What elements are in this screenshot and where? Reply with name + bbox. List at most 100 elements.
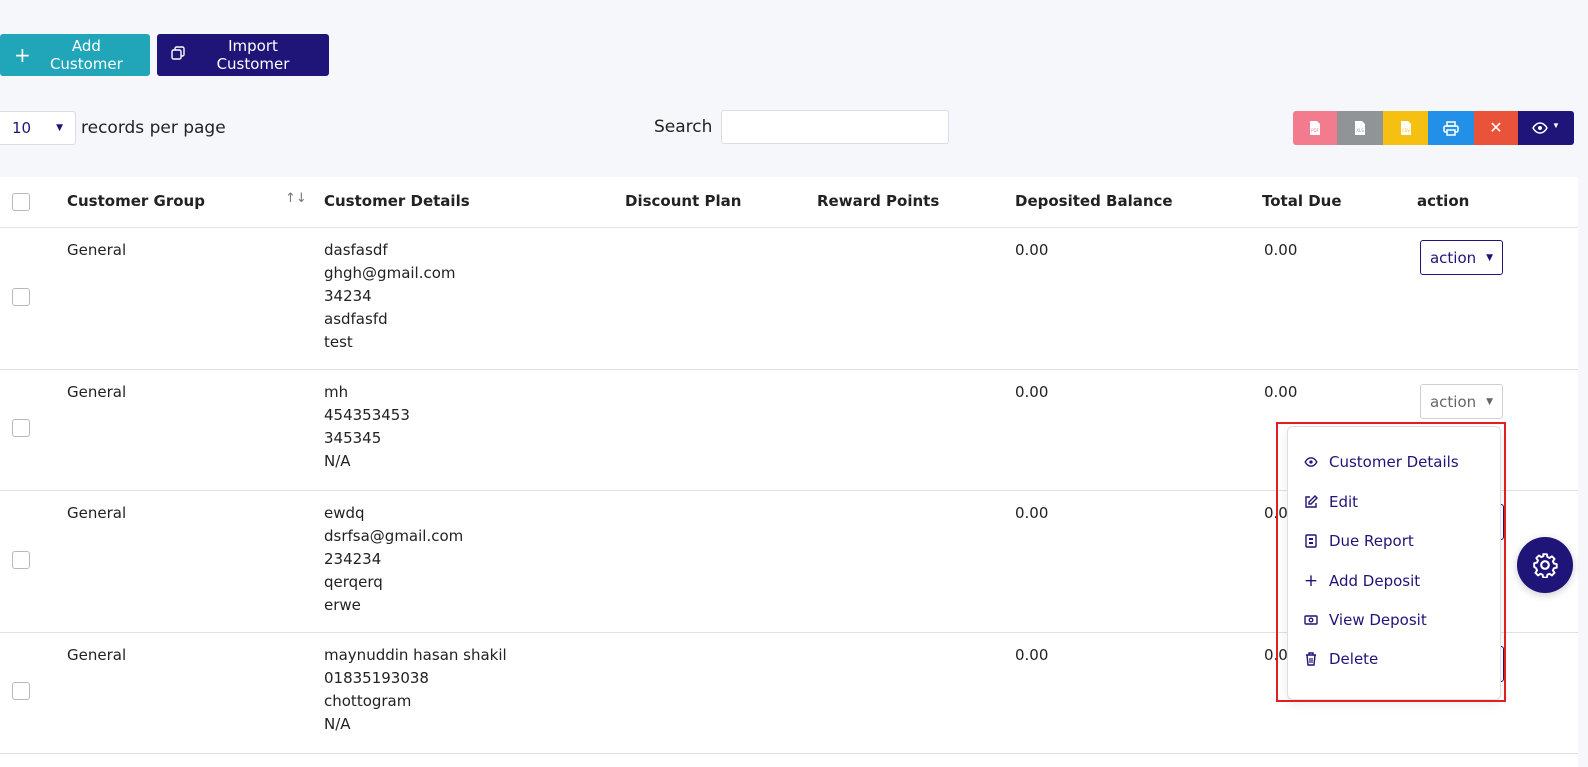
total-due: 0.0 — [1264, 646, 1288, 664]
row-checkbox[interactable] — [12, 682, 30, 700]
search-input[interactable] — [721, 110, 950, 144]
header-customer-details[interactable]: Customer Details — [324, 192, 470, 210]
per-page-select[interactable]: 10 ▼ — [0, 111, 76, 145]
caret-down-icon: ▼ — [56, 123, 63, 133]
deposited-balance: 0.00 — [1015, 504, 1049, 522]
menu-item-label: Delete — [1329, 650, 1379, 668]
deposited-balance: 0.00 — [1015, 383, 1049, 401]
search-label: Search — [654, 117, 713, 137]
header-reward-points[interactable]: Reward Points — [817, 192, 939, 210]
customer-group: General — [67, 241, 127, 259]
records-label: records per page — [81, 118, 226, 138]
per-page-value: 10 — [12, 119, 32, 137]
action-dropdown-button[interactable]: action ▼ — [1420, 240, 1503, 275]
money-icon — [1304, 615, 1318, 625]
close-icon: ✕ — [1489, 120, 1503, 137]
action-dropdown-menu: Customer Details Edit Due Report + Add D… — [1287, 426, 1501, 700]
action-label: action — [1429, 248, 1477, 267]
customer-field: 345345 — [324, 429, 382, 447]
import-customer-button[interactable]: Import Customer — [157, 34, 329, 76]
customer-field: N/A — [324, 715, 351, 733]
caret-down-icon: ▼ — [1486, 252, 1494, 263]
caret-down-icon: ▼ — [1486, 396, 1494, 407]
header-customer-group[interactable]: Customer Group — [67, 192, 205, 210]
customer-email: ghgh@gmail.com — [324, 264, 456, 282]
customer-name: maynuddin hasan shakil — [324, 646, 507, 664]
settings-fab-button[interactable] — [1517, 537, 1573, 593]
total-due: 0.00 — [1264, 241, 1298, 259]
svg-text:CSV: CSV — [1401, 128, 1409, 133]
deposited-balance: 0.00 — [1015, 241, 1049, 259]
header-total-due[interactable]: Total Due — [1262, 192, 1342, 210]
customer-email: dsrfsa@gmail.com — [324, 527, 464, 545]
customer-city: chottogram — [324, 692, 412, 710]
export-xls-button[interactable]: XLS — [1337, 111, 1383, 145]
customer-phone: 01835193038 — [324, 669, 429, 687]
table-row: General dasfasdf ghgh@gmail.com 34234 as… — [0, 227, 1578, 370]
edit-icon — [1304, 495, 1318, 509]
customer-group: General — [67, 383, 127, 401]
table-header: Customer Group ↑↓ Customer Details Disco… — [0, 177, 1578, 228]
customer-phone: 454353453 — [324, 406, 410, 424]
header-deposited-balance[interactable]: Deposited Balance — [1015, 192, 1173, 210]
customer-phone: 234234 — [324, 550, 382, 568]
customer-name: ewdq — [324, 504, 365, 522]
customer-name: mh — [324, 383, 349, 401]
add-customer-button[interactable]: + Add Customer — [0, 34, 150, 76]
menu-item-view-deposit[interactable]: View Deposit — [1304, 611, 1427, 629]
customer-address: asdfasfd — [324, 310, 388, 328]
customer-list-page: + Add Customer Import Customer 10 ▼ reco… — [0, 0, 1588, 767]
menu-item-add-deposit[interactable]: + Add Deposit — [1304, 571, 1420, 591]
action-label: action — [1429, 392, 1477, 411]
menu-item-customer-details[interactable]: Customer Details — [1304, 453, 1459, 471]
row-checkbox[interactable] — [12, 551, 30, 569]
plus-icon: + — [14, 43, 31, 67]
csv-file-icon: CSV — [1400, 121, 1411, 135]
customer-group: General — [67, 646, 127, 664]
trash-icon — [1304, 652, 1318, 666]
export-pdf-button[interactable]: PDF — [1293, 111, 1337, 145]
deposited-balance: 0.00 — [1015, 646, 1049, 664]
customer-field: N/A — [324, 452, 351, 470]
sort-icon[interactable]: ↑↓ — [285, 191, 307, 206]
svg-text:PDF: PDF — [1311, 128, 1319, 133]
report-icon — [1304, 534, 1318, 548]
customer-details: maynuddin hasan shakil 01835193038 chott… — [324, 644, 507, 736]
pdf-file-icon: PDF — [1310, 121, 1320, 135]
menu-item-due-report[interactable]: Due Report — [1304, 532, 1414, 550]
customer-name: dasfasdf — [324, 241, 388, 259]
menu-item-label: Due Report — [1329, 532, 1414, 550]
header-action: action — [1417, 192, 1470, 210]
total-due: 0.00 — [1264, 383, 1298, 401]
copy-icon — [171, 46, 185, 64]
menu-item-edit[interactable]: Edit — [1304, 493, 1358, 511]
print-button[interactable] — [1428, 111, 1474, 145]
select-all-checkbox[interactable] — [12, 193, 30, 211]
eye-icon — [1304, 457, 1318, 467]
records-per-page: 10 ▼ records per page — [0, 111, 226, 145]
customer-details: ewdq dsrfsa@gmail.com 234234 qerqerq erw… — [324, 502, 463, 617]
gear-icon — [1533, 553, 1558, 578]
header-discount-plan[interactable]: Discount Plan — [625, 192, 741, 210]
add-customer-label: Add Customer — [49, 37, 123, 73]
row-checkbox[interactable] — [12, 288, 30, 306]
menu-item-label: View Deposit — [1329, 611, 1427, 629]
close-button[interactable]: ✕ — [1474, 111, 1518, 145]
menu-item-label: Add Deposit — [1329, 572, 1421, 590]
search-group: Search — [654, 110, 950, 144]
menu-item-delete[interactable]: Delete — [1304, 650, 1378, 668]
customer-details: mh 454353453 345345 N/A — [324, 381, 410, 473]
print-icon — [1443, 120, 1459, 136]
action-dropdown-button[interactable]: action ▼ — [1420, 384, 1503, 419]
caret-down-icon: ▼ — [1552, 120, 1560, 130]
import-customer-label: Import Customer — [216, 37, 290, 73]
menu-item-label: Customer Details — [1329, 453, 1459, 471]
row-checkbox[interactable] — [12, 419, 30, 437]
plus-icon: + — [1303, 571, 1319, 591]
customer-address: qerqerq — [324, 573, 383, 591]
customer-details: dasfasdf ghgh@gmail.com 34234 asdfasfd t… — [324, 239, 456, 354]
customer-phone: 34234 — [324, 287, 372, 305]
export-csv-button[interactable]: CSV — [1383, 111, 1428, 145]
column-visibility-button[interactable]: ▼ — [1518, 111, 1574, 145]
menu-item-label: Edit — [1329, 493, 1359, 511]
